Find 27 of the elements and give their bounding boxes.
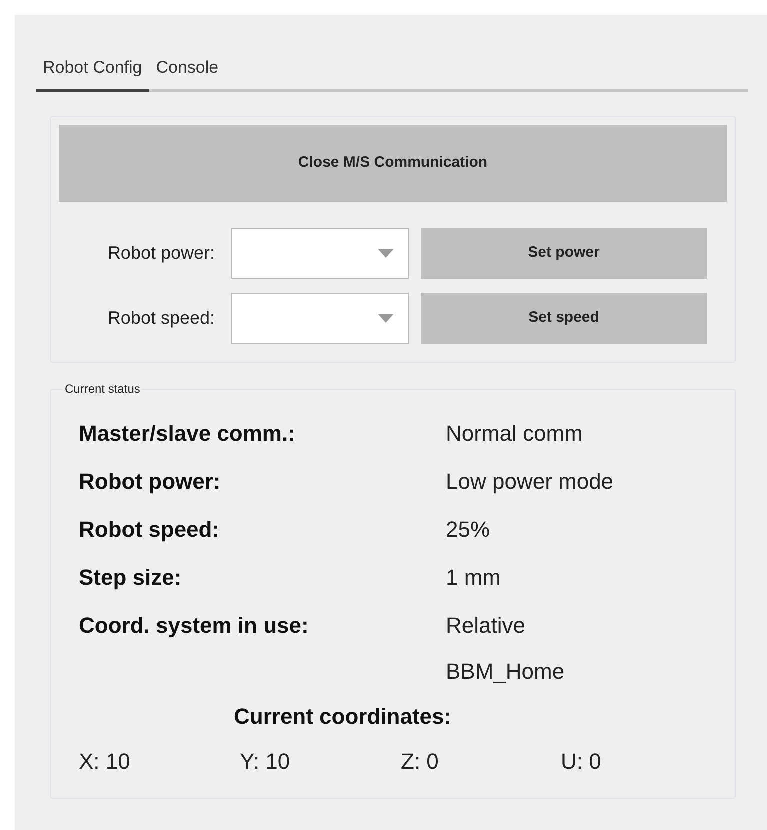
field-label: Robot speed: bbox=[106, 306, 216, 330]
status-label: Coord. system in use: bbox=[79, 612, 310, 640]
caret-icon bbox=[378, 248, 394, 258]
set-button[interactable]: Set speed bbox=[421, 292, 707, 344]
coordinate-value: U: 0 bbox=[561, 748, 602, 776]
status-value: 25% bbox=[446, 516, 490, 544]
status-value: Relative bbox=[446, 612, 526, 640]
coordinates-heading: Current coordinates: bbox=[234, 702, 452, 730]
status-value: 1 mm bbox=[446, 564, 501, 592]
status-label: Robot power: bbox=[79, 468, 222, 496]
set-button[interactable]: Set power bbox=[421, 228, 707, 278]
field-label: Robot power: bbox=[106, 242, 216, 265]
status-label: Step size: bbox=[79, 564, 183, 592]
caret-icon bbox=[378, 314, 394, 322]
coordinate-value: Z: 0 bbox=[401, 748, 440, 776]
tab[interactable]: Robot Config bbox=[36, 55, 150, 92]
status-label: Master/slave comm.: bbox=[79, 420, 296, 448]
tab[interactable]: Console bbox=[149, 55, 226, 92]
status-label: Robot speed: bbox=[79, 516, 221, 544]
dropdown[interactable] bbox=[231, 292, 409, 344]
status-value: Normal comm bbox=[446, 420, 583, 448]
coordinate-value: Y: 10 bbox=[240, 748, 292, 776]
close-communication-button[interactable]: Close M/S Communication bbox=[59, 124, 727, 202]
coordinate-value: X: 10 bbox=[79, 748, 132, 776]
status-value: Low power mode bbox=[446, 468, 614, 496]
status-value: BBM_Home bbox=[446, 658, 565, 686]
dropdown[interactable] bbox=[231, 228, 409, 278]
